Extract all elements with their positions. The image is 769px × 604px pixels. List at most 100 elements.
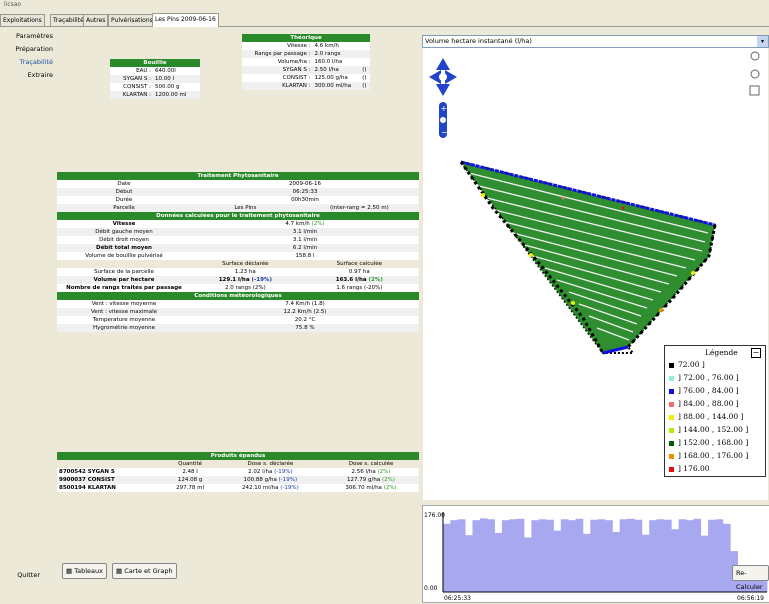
tableaux-button[interactable]: ▦ Tableaux — [62, 563, 107, 579]
chart-bar — [524, 537, 532, 592]
chart-bar — [582, 533, 591, 592]
cell: 3.1 l/min — [292, 229, 318, 235]
legend-collapse-icon[interactable]: − — [751, 348, 761, 358]
app-title: licsao — [4, 1, 22, 8]
nav-quitter[interactable]: Quitter — [0, 571, 40, 579]
cell: (2%) — [382, 477, 396, 483]
cell: () — [362, 83, 367, 89]
recalculer-button[interactable]: Re-Calculer — [732, 565, 769, 591]
chart-bar — [619, 519, 628, 592]
chart-bar — [597, 519, 606, 592]
cell: 297.78 ml — [176, 485, 205, 491]
cell: (-19%) — [274, 469, 293, 475]
nav-tracabilite[interactable]: Traçabilité — [0, 58, 53, 66]
legend-label: ] 84.00 , 88.00 ] — [678, 399, 739, 408]
legend-label: ] 176.00 — [678, 464, 710, 473]
cell — [360, 50, 370, 58]
cell: 1.23 ha — [234, 269, 256, 275]
pan-control-icon[interactable] — [429, 58, 457, 96]
zoom-in-icon[interactable]: + — [441, 104, 448, 113]
legend-item: ] 176.00 — [669, 464, 710, 474]
cell: 640.00l — [155, 68, 176, 74]
cell: () — [362, 75, 367, 81]
cell: CONSIST : — [282, 75, 311, 81]
bouillie-table: Bouillie EAU :640.00l SYGAN S :10.00 l C… — [110, 59, 200, 99]
chart-bar — [634, 519, 643, 592]
legend-label: ] 152.00 , 168.00 ] — [678, 438, 749, 447]
cell: Début — [115, 189, 133, 195]
cell: 2.56 l/ha — [351, 469, 376, 475]
legend-item: ] 168.00 , 176.00 ] — [669, 451, 748, 461]
chart-bar — [560, 519, 569, 592]
cell: 2.50 l/ha — [314, 67, 339, 73]
nav-parametres[interactable]: Paramètres — [0, 32, 53, 40]
report-panel: Bouillie EAU :640.00l SYGAN S :10.00 l C… — [56, 27, 421, 581]
cell: 00h30min — [291, 197, 319, 203]
chart-bar — [457, 519, 466, 592]
cell — [360, 58, 370, 66]
cell: 75.8 % — [295, 325, 315, 331]
map-view[interactable]: + − Légende − 72.00]] 72.00 , 76.00] … — [423, 48, 768, 500]
volume-chart-svg: 176.00 0.00 06:25:33 06:56:19 — [424, 512, 768, 602]
cell: 8700542 SYGAN S — [59, 469, 115, 475]
chart-bar — [494, 532, 503, 592]
tab-les-pins[interactable]: Les Pins 2009-06-16 — [152, 13, 219, 27]
tableaux-label: Tableaux — [74, 567, 103, 575]
full-extent-icon[interactable] — [749, 85, 760, 96]
cell: 6.2 l/min — [292, 245, 318, 251]
x-tick-end: 06:56:19 — [737, 595, 764, 602]
chart-bar — [708, 519, 716, 592]
cell: () — [362, 67, 367, 73]
chart-bar — [568, 520, 576, 592]
cell: 242.10 ml/ha — [241, 485, 279, 491]
cell: 306.70 ml/ha — [345, 485, 382, 491]
chart-bar — [590, 519, 599, 592]
cell: Vent : vitesse maximale — [90, 309, 158, 315]
zoom-in-tool-icon[interactable] — [750, 51, 760, 61]
legend-item: ] 144.00 , 152.00 ] — [669, 425, 748, 435]
cell: 4.6 km/h — [314, 43, 339, 49]
nav-preparation[interactable]: Préparation — [0, 45, 53, 53]
zoom-out-tool-icon[interactable] — [750, 69, 760, 79]
tab-exploitations[interactable]: Exploitations — [0, 14, 45, 26]
legend-swatch — [669, 427, 674, 433]
chart-bar — [553, 530, 562, 592]
carte-graph-button[interactable]: ▦ Carte et Graph — [112, 563, 177, 579]
globe-icon[interactable] — [440, 117, 446, 123]
traitement-title: Traitement Phytosanitaire — [57, 172, 419, 180]
cell: Rangs par passage : — [254, 51, 311, 57]
legend-item: ] 72.00 , 76.00 ] — [669, 373, 739, 383]
tab-pulverisations[interactable]: Pulvérisations — [108, 14, 156, 26]
cell: 2.0 rangs — [314, 51, 341, 57]
cell: 129.1 l/ha — [218, 277, 250, 283]
cell: 127.79 g/ha — [347, 477, 381, 483]
volume-chart[interactable]: 176.00 0.00 06:25:33 06:56:19 — [422, 505, 769, 603]
layer-dropdown[interactable]: Volume hectare instantané (l/ha) ▾ — [422, 35, 769, 48]
legend-swatch — [669, 453, 674, 459]
legend-title: Légende — [705, 348, 738, 357]
chart-bar — [612, 532, 621, 592]
chart-bar — [472, 520, 481, 592]
chart-bar — [575, 518, 584, 592]
legend-swatch — [669, 466, 674, 472]
map-panel: Volume hectare instantané (l/ha) ▾ + − L… — [422, 35, 769, 603]
cell: (2%) — [383, 485, 397, 491]
tab-autres[interactable]: Autres — [83, 14, 109, 26]
cell: (-19%) — [280, 485, 299, 491]
cell: 4.7 km/h — [285, 221, 310, 227]
legend-swatch — [669, 375, 674, 381]
tab-tracabilite[interactable]: Traçabilité — [50, 14, 87, 26]
cell: Volume de bouillie pulvérisé — [85, 253, 163, 259]
x-tick-start: 06:25:33 — [444, 595, 471, 602]
zoom-out-icon[interactable]: − — [441, 128, 448, 137]
cell: Vitesse — [112, 221, 136, 227]
cell: Vent : vitesse moyenne — [91, 301, 157, 307]
cell: KLARTAN : — [122, 92, 152, 98]
cell: 12.2 Km/h (2.5) — [283, 309, 327, 315]
chart-bar — [516, 518, 525, 592]
legend-swatch — [669, 362, 674, 368]
chart-bar — [538, 519, 547, 592]
chart-bar — [693, 518, 702, 592]
chart-bar — [443, 523, 451, 592]
nav-extraire[interactable]: Extraire — [0, 71, 54, 79]
